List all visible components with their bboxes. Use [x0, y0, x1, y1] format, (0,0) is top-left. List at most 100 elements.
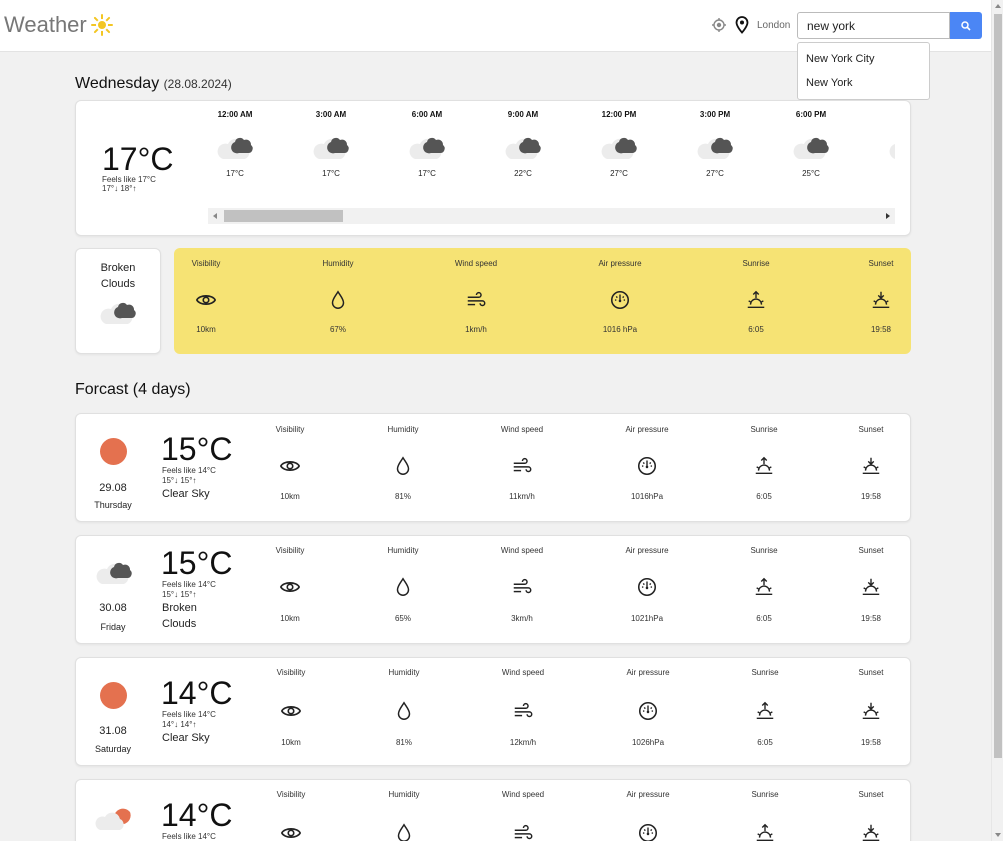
hour-time: 9 [877, 110, 895, 119]
stat-humidity: Humidity 81% [358, 425, 448, 501]
today-title: Wednesday (28.08.2024) [75, 75, 232, 93]
hourly-strip[interactable]: 12:00 AM 17°C 3:00 AM 17°C 6:00 AM 17°C … [205, 110, 895, 202]
stat-label: Humidity [387, 425, 419, 434]
sunset-icon [870, 289, 892, 311]
scroll-left-arrow-icon[interactable] [213, 213, 217, 219]
app-title: Weather [4, 12, 87, 37]
forecast-temperature: 15°C [161, 431, 233, 467]
forecast-min-max: 14°↓ 14°↑ [162, 720, 197, 729]
forecast-card: 29.08 Thursday 15°C Feels like 14°C 15°↓… [75, 413, 911, 522]
stat-wind: Wind speed [478, 790, 568, 841]
broken-clouds-icon [215, 133, 255, 161]
stat-label: Wind speed [501, 790, 545, 799]
hourly-item: 12:00 AM 17°C [205, 110, 265, 178]
broken-clouds-icon [98, 298, 138, 326]
hour-temp: 22°C [514, 169, 532, 178]
stat-label: Visibility [275, 546, 305, 555]
stat-visibility: Visibility 10km [161, 259, 251, 334]
hour-time: 12:00 AM [217, 110, 253, 119]
broken-clouds-icon [94, 558, 134, 586]
eye-icon [280, 700, 302, 722]
hour-temp: 17°C [418, 169, 436, 178]
gauge-icon [636, 576, 658, 598]
stat-value: 10km [280, 492, 300, 501]
stat-label: Visibility [191, 259, 221, 268]
droplet-icon [392, 576, 414, 598]
hour-temp: 27°C [706, 169, 724, 178]
broken-clouds-icon [791, 133, 831, 161]
sunrise-icon [753, 576, 775, 598]
condition-line1: Broken [100, 262, 136, 274]
eye-icon [279, 455, 301, 477]
stat-value: 67% [329, 325, 346, 334]
eye-icon [279, 576, 301, 598]
stat-label: Sunrise [742, 259, 770, 268]
today-stats-panel: Visibility 10km Humidity 67% Wind speed … [174, 248, 911, 354]
sunrise-icon [745, 289, 767, 311]
stat-label: Sunset [868, 259, 894, 268]
stat-label: Air pressure [625, 546, 669, 555]
app-brand[interactable]: Weather [4, 12, 113, 38]
sun-icon [100, 682, 127, 709]
forecast-min-max: 15°↓ 15°↑ [162, 476, 197, 485]
stat-value: 19:58 [860, 492, 882, 501]
stat-label: Wind speed [454, 259, 498, 268]
hour-time: 12:00 PM [601, 110, 637, 119]
broken-clouds-icon [407, 133, 447, 161]
droplet-icon [392, 455, 414, 477]
sun-logo-icon [90, 14, 113, 36]
sunrise-icon [754, 700, 776, 722]
stat-wind: Wind speed 11km/h [477, 425, 567, 501]
stat-pressure: Air pressure [603, 790, 693, 841]
hour-time: 3:00 AM [315, 110, 347, 119]
stat-sunrise: Sunrise [720, 790, 810, 841]
stat-value: 12km/h [509, 738, 537, 747]
stat-visibility: Visibility 10km [245, 546, 335, 623]
search-suggestions: New York City New York [797, 42, 930, 100]
today-temperature: 17°C [102, 141, 174, 177]
today-min-max: 17°↓ 18°↑ [102, 184, 137, 193]
search-button[interactable] [950, 12, 982, 39]
stat-label: Air pressure [598, 259, 642, 268]
hour-temp: 27°C [610, 169, 628, 178]
forecast-card: 14°C Feels like 14°C Visibility Humidity… [75, 779, 911, 841]
broken-clouds-icon [599, 133, 639, 161]
scroll-right-arrow-icon[interactable] [886, 213, 890, 219]
droplet-icon [327, 289, 349, 311]
stat-label: Humidity [388, 790, 420, 799]
suggestion-item[interactable]: New York City [798, 47, 929, 71]
stat-value: 6:05 [757, 738, 773, 747]
forecast-condition: Broken [162, 602, 197, 614]
hour-time: 3:00 PM [699, 110, 731, 119]
forecast-condition: Clear Sky [162, 732, 210, 744]
stat-sunrise: Sunrise 6:05 [720, 668, 810, 747]
page-scrollbar[interactable] [991, 0, 1003, 841]
hourly-scrollbar[interactable] [208, 208, 895, 224]
wind-icon [511, 576, 533, 598]
current-location-icon[interactable] [711, 17, 727, 33]
broken-clouds-icon [311, 133, 351, 161]
forecast-temperature: 14°C [161, 675, 233, 711]
location-label[interactable]: London [757, 20, 790, 31]
scroll-thumb[interactable] [224, 210, 343, 222]
stat-pressure: Air pressure 1016 hPa [575, 259, 665, 334]
gauge-icon [636, 455, 658, 477]
suggestion-item[interactable]: New York [798, 71, 929, 95]
stat-label: Wind speed [500, 425, 544, 434]
forecast-weekday: Friday [100, 622, 126, 632]
stat-sunset: Sunset 19:58 [826, 546, 916, 623]
stat-label: Sunrise [750, 425, 778, 434]
broken-clouds-icon [887, 133, 895, 161]
wind-icon [512, 700, 534, 722]
hour-time: 9:00 AM [507, 110, 539, 119]
stat-label: Air pressure [625, 425, 669, 434]
stat-value: 6:05 [756, 492, 772, 501]
wind-icon [511, 455, 533, 477]
map-pin-icon[interactable] [735, 16, 749, 34]
gauge-icon [609, 289, 631, 311]
hour-time: 6:00 PM [795, 110, 827, 119]
stat-wind: Wind speed 1km/h [431, 259, 521, 334]
stat-value: 10km [280, 614, 300, 623]
stat-value: 81% [395, 738, 412, 747]
city-search-input[interactable] [797, 12, 950, 39]
